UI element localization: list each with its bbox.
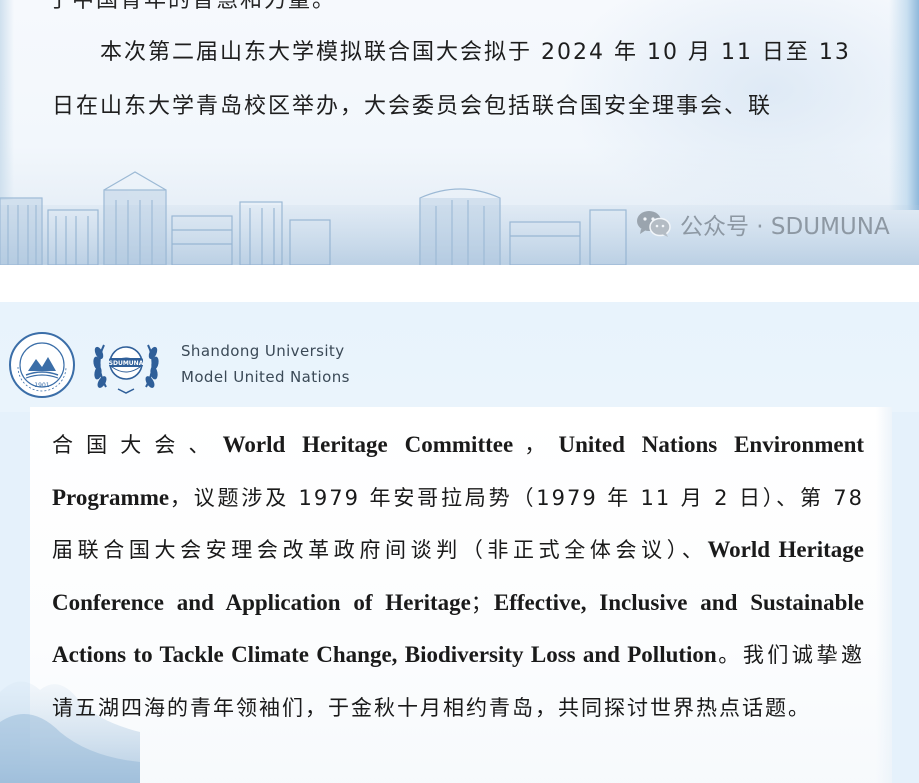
- article-page: 于中国青年的智慧和力量。 本次第二届山东大学模拟联合国大会拟于 2024 年 1…: [0, 0, 919, 783]
- organization-name: Shandong University Model United Nations: [181, 338, 350, 390]
- section-gap: [0, 265, 919, 302]
- org-name-line-2: Model United Nations: [181, 368, 350, 386]
- card-right-edge: [876, 407, 892, 783]
- chinese-text: 合国大会、: [52, 433, 223, 457]
- wechat-watermark: 公众号 · SDUMUNA: [636, 207, 890, 241]
- sdumuna-logo: SDUMUNA: [93, 344, 159, 394]
- body-paragraph: 合国大会、World Heritage Committee，United Nat…: [52, 419, 864, 735]
- chinese-text: ；: [470, 590, 494, 615]
- intro-text-line-1: 本次第二届山东大学模拟联合国大会拟于 2024 年 10 月 11 日至 13: [100, 40, 851, 65]
- top-image-panel: 于中国青年的智慧和力量。 本次第二届山东大学模拟联合国大会拟于 2024 年 1…: [0, 0, 919, 265]
- bottom-image-panel: 1901 SDUMUNA Shandong University Model U…: [0, 302, 919, 783]
- sdumuna-logo-text: SDUMUNA: [109, 360, 144, 367]
- chinese-text: ，: [513, 433, 559, 457]
- shandong-university-logo: 1901: [9, 332, 75, 398]
- intro-text-line-2: 日在山东大学青岛校区举办，大会委员会包括联合国安全理事会、联: [52, 94, 773, 119]
- sdu-logo-year: 1901: [34, 382, 49, 389]
- wechat-icon: [637, 211, 671, 237]
- partial-text-line: 于中国青年的智慧和力量。: [48, 0, 337, 13]
- watermark-text: 公众号 · SDUMUNA: [680, 214, 890, 240]
- english-term: World Heritage Committee: [222, 432, 514, 457]
- org-name-line-1: Shandong University: [181, 342, 345, 360]
